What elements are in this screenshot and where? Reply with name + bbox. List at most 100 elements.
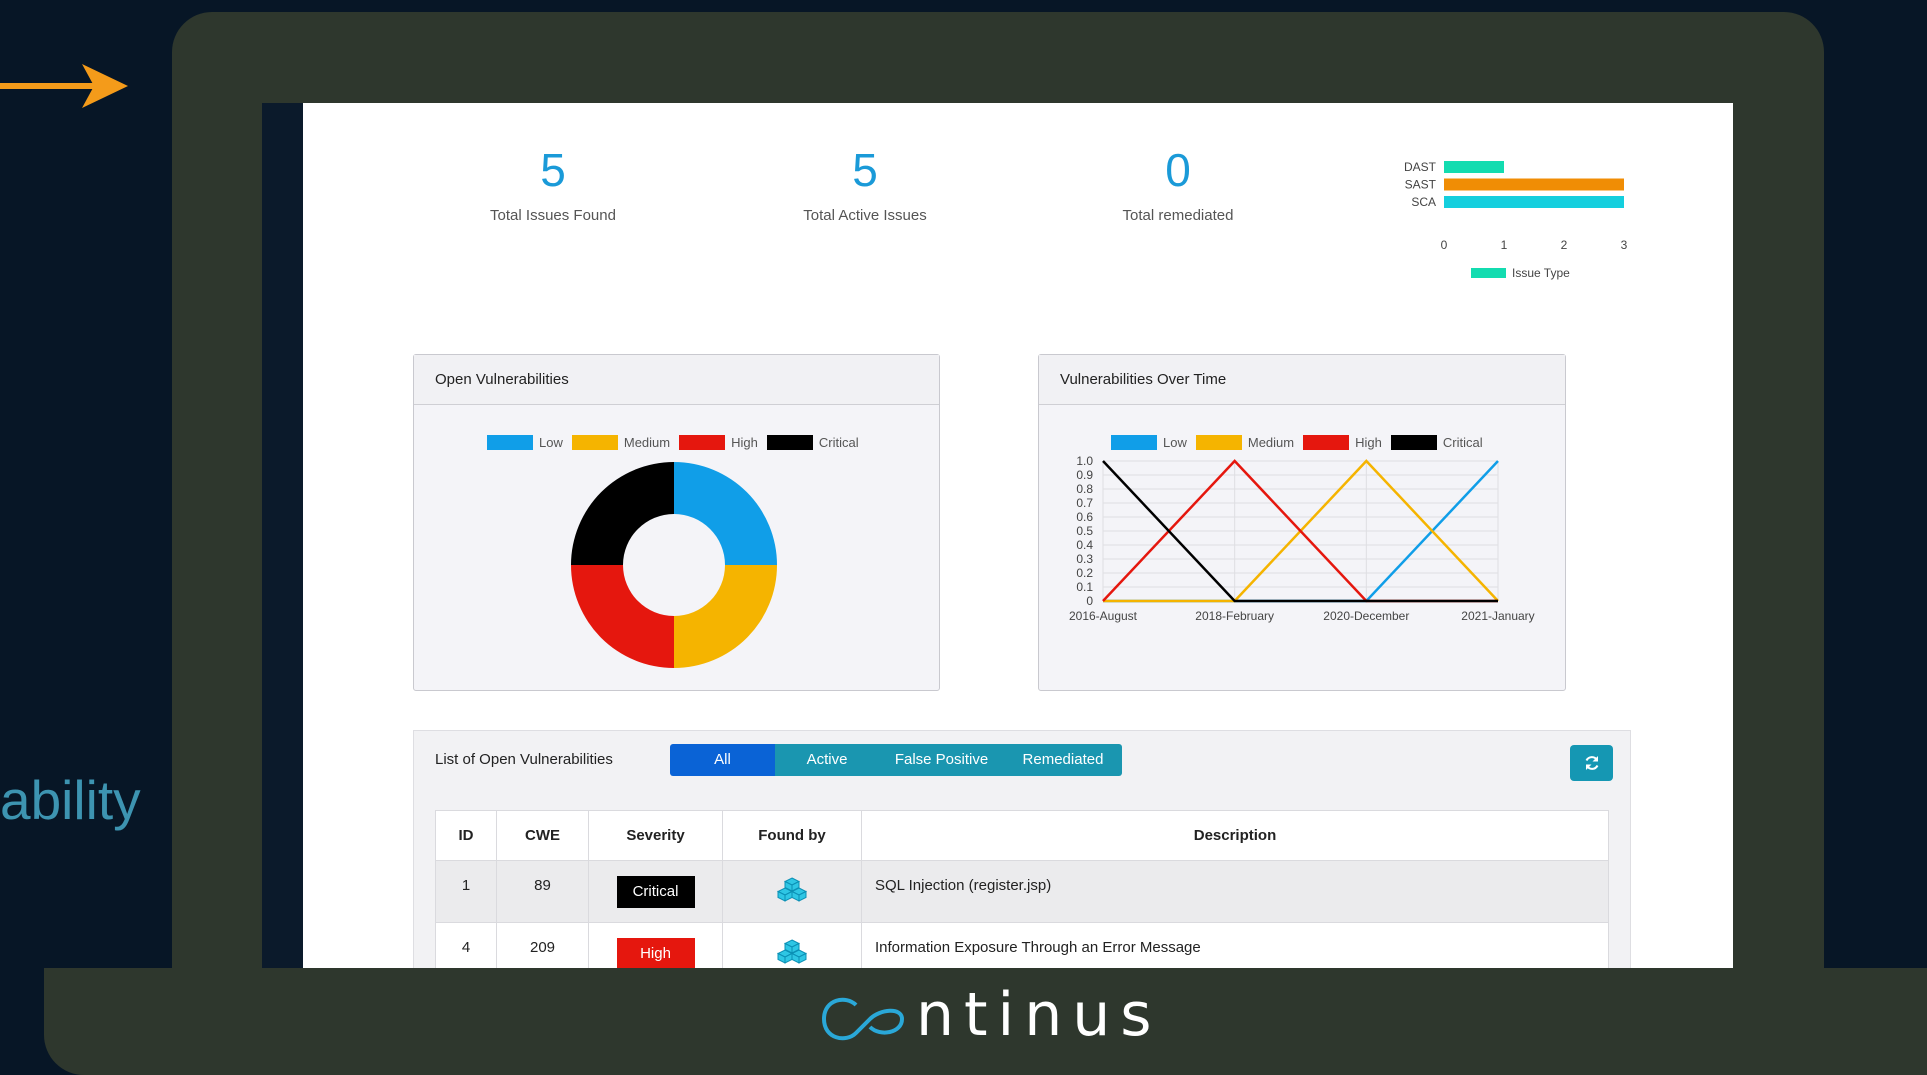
screen-bezel bbox=[262, 103, 304, 968]
table-row[interactable]: 1 89 Critical SQL Injection (register.js… bbox=[435, 860, 1609, 923]
cell-id: 1 bbox=[435, 860, 497, 923]
continus-logo: ntinus bbox=[821, 983, 1152, 1050]
panel-title: Open Vulnerabilities bbox=[414, 355, 939, 405]
legend-label: High bbox=[731, 435, 758, 450]
cell-id: 4 bbox=[435, 922, 497, 968]
cell-description: SQL Injection (register.jsp) bbox=[861, 860, 1609, 923]
column-header-id[interactable]: ID bbox=[435, 810, 497, 861]
legend-item-medium[interactable]: Medium bbox=[1195, 435, 1295, 450]
tab-active[interactable]: Active bbox=[775, 744, 879, 776]
x-tick-label: 2 bbox=[1561, 238, 1568, 252]
legend-label: Medium bbox=[1247, 435, 1295, 450]
stat-active-issues: 5 Total Active Issues bbox=[745, 147, 985, 224]
y-tick-label: 0 bbox=[1086, 594, 1093, 608]
legend-label: Medium bbox=[623, 435, 671, 450]
column-header-cwe[interactable]: CWE bbox=[496, 810, 589, 861]
legend-swatch bbox=[679, 435, 726, 450]
tab-remediated[interactable]: Remediated bbox=[1004, 744, 1122, 776]
severity-badge: High bbox=[616, 938, 695, 968]
cell-found-by bbox=[722, 860, 862, 923]
table-header-row: ID CWE Severity Found by Description bbox=[435, 810, 1609, 861]
legend-label: Low bbox=[1163, 435, 1187, 450]
severity-donut-chart bbox=[571, 462, 777, 668]
cubes-icon bbox=[776, 877, 808, 902]
issue-type-bar-chart: DAST SAST SCA 0 1 2 3 Issue Type bbox=[1404, 160, 1628, 280]
y-tick-label: 0.5 bbox=[1076, 524, 1093, 538]
y-tick-label: 0.8 bbox=[1076, 482, 1093, 496]
bar-dast bbox=[1444, 161, 1504, 173]
stat-total-issues: 5 Total Issues Found bbox=[433, 147, 673, 224]
vulnerability-table: ID CWE Severity Found by Description 1 8… bbox=[435, 810, 1609, 968]
legend-swatch bbox=[1195, 435, 1242, 450]
x-tick-label: 2016-August bbox=[1069, 609, 1138, 623]
legend-label: High bbox=[1355, 435, 1382, 450]
bar-category-label: SCA bbox=[1411, 195, 1436, 209]
x-tick-label: 2018-February bbox=[1195, 609, 1274, 623]
y-tick-label: 1.0 bbox=[1076, 454, 1093, 468]
legend-item-low[interactable]: Low bbox=[487, 435, 563, 450]
y-tick-label: 0.2 bbox=[1076, 566, 1093, 580]
legend-swatch bbox=[1111, 435, 1157, 450]
stat-label: Total Issues Found bbox=[490, 207, 616, 224]
donut-legend: Low Medium High Critical bbox=[487, 435, 859, 450]
legend-swatch bbox=[766, 435, 813, 450]
legend-item-high[interactable]: High bbox=[679, 435, 758, 450]
column-header-severity[interactable]: Severity bbox=[588, 810, 723, 861]
tab-false-positive[interactable]: False Positive bbox=[879, 744, 1004, 776]
panel-title: Vulnerabilities Over Time bbox=[1039, 355, 1565, 405]
y-tick-label: 0.9 bbox=[1076, 468, 1093, 482]
stat-value: 5 bbox=[852, 144, 878, 196]
legend-item-medium[interactable]: Medium bbox=[571, 435, 671, 450]
y-tick-label: 0.4 bbox=[1076, 538, 1093, 552]
cell-severity: Critical bbox=[588, 860, 723, 923]
stat-remediated: 0 Total remediated bbox=[1058, 147, 1298, 224]
stat-value: 5 bbox=[540, 144, 566, 196]
y-tick-label: 0.6 bbox=[1076, 510, 1093, 524]
stat-label: Total Active Issues bbox=[803, 207, 927, 224]
line-legend: Low Medium High Critical bbox=[1111, 435, 1483, 450]
x-tick-label: 2020-December bbox=[1323, 609, 1409, 623]
donut-slice-medium bbox=[674, 565, 777, 668]
y-tick-label: 0.1 bbox=[1076, 580, 1093, 594]
y-tick-label: 0.7 bbox=[1076, 496, 1093, 510]
vulnerabilities-line-chart: 00.10.20.30.40.50.60.70.80.91.0 2016-Augu… bbox=[1069, 454, 1535, 623]
bar-sca bbox=[1444, 196, 1624, 208]
column-header-found-by[interactable]: Found by bbox=[722, 810, 862, 861]
open-vulnerabilities-panel: Open Vulnerabilities Low Medium High Cri… bbox=[413, 354, 940, 691]
legend-item-critical[interactable]: Critical bbox=[1390, 435, 1483, 450]
legend-label: Low bbox=[539, 435, 563, 450]
x-tick-label: 3 bbox=[1621, 238, 1628, 252]
tab-all[interactable]: All bbox=[670, 744, 775, 776]
stat-label: Total remediated bbox=[1122, 207, 1234, 224]
donut-slice-critical bbox=[571, 462, 674, 565]
bar-sast bbox=[1444, 178, 1624, 191]
filter-tabs: All Active False Positive Remediated bbox=[670, 744, 1122, 776]
cell-cwe: 209 bbox=[496, 922, 589, 968]
bar-category-label: SAST bbox=[1405, 178, 1437, 192]
x-tick-label: 1 bbox=[1501, 238, 1508, 252]
legend-item-low[interactable]: Low bbox=[1111, 435, 1187, 450]
background-caption: ability bbox=[0, 769, 141, 831]
x-tick-label: 0 bbox=[1441, 238, 1448, 252]
y-tick-label: 0.3 bbox=[1076, 552, 1093, 566]
vulnerability-list-panel: List of Open Vulnerabilities All Active … bbox=[413, 730, 1631, 968]
refresh-button[interactable] bbox=[1570, 745, 1613, 781]
legend-label: Critical bbox=[1442, 435, 1483, 450]
cell-severity: High bbox=[588, 922, 723, 968]
legend-swatch bbox=[1390, 435, 1437, 450]
cell-found-by bbox=[722, 922, 862, 968]
stat-value: 0 bbox=[1165, 144, 1191, 196]
cell-cwe: 89 bbox=[496, 860, 589, 923]
list-title: List of Open Vulnerabilities bbox=[435, 751, 613, 768]
column-header-description[interactable]: Description bbox=[861, 810, 1609, 861]
arrow-right-icon bbox=[0, 64, 128, 108]
legend-swatch bbox=[1303, 435, 1350, 450]
legend-item-high[interactable]: High bbox=[1303, 435, 1382, 450]
table-row[interactable]: 4 209 High Information Exposure Through … bbox=[435, 922, 1609, 968]
legend-label: Critical bbox=[818, 435, 859, 450]
severity-badge: Critical bbox=[616, 876, 695, 908]
donut-slice-low bbox=[674, 462, 777, 565]
x-tick-label: 2021-January bbox=[1461, 609, 1534, 623]
legend-swatch bbox=[1471, 268, 1506, 278]
legend-item-critical[interactable]: Critical bbox=[766, 435, 859, 450]
